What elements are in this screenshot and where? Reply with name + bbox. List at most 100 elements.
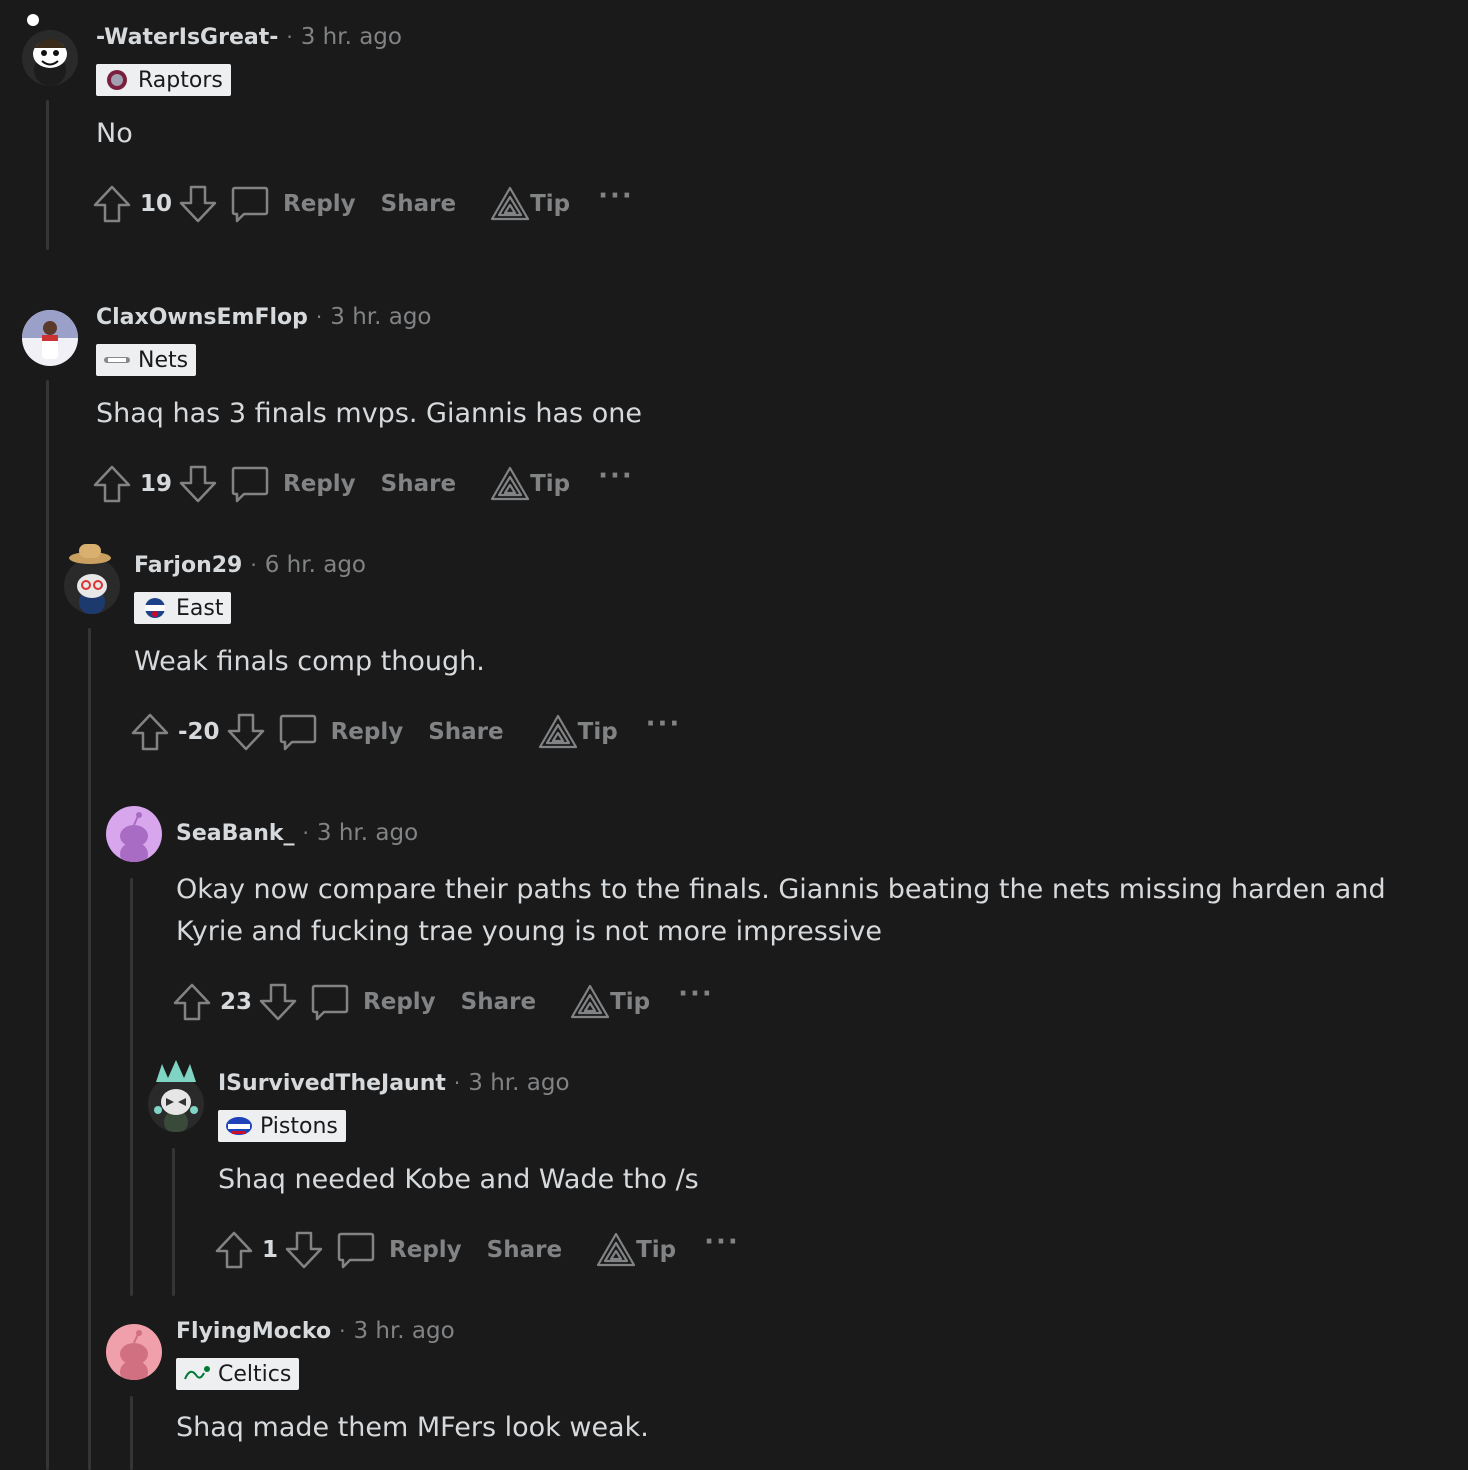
comment-body: No: [96, 113, 133, 155]
upvote-icon[interactable]: [92, 184, 132, 224]
vote-count: 10: [140, 191, 173, 217]
avatar[interactable]: [106, 1324, 162, 1380]
tip-icon[interactable]: [570, 984, 610, 1020]
separator-dot: ·: [453, 1071, 461, 1095]
username[interactable]: SeaBank_: [176, 821, 295, 846]
downvote-icon[interactable]: [226, 712, 266, 752]
more-options-button[interactable]: ···: [678, 979, 714, 1009]
upvote-icon[interactable]: [92, 464, 132, 504]
comment-bubble-icon[interactable]: [230, 464, 270, 504]
comment-meta: ClaxOwnsEmFlop · 3 hr. ago: [96, 304, 432, 330]
flair-text: Pistons: [260, 1113, 338, 1139]
comment-actions: 1 Reply Share Tip ···: [214, 1227, 740, 1270]
user-flair: Celtics: [176, 1358, 300, 1390]
share-button[interactable]: Share: [428, 719, 503, 745]
comment-body-line: Okay now compare their paths to the fina…: [176, 874, 1386, 905]
separator-dot: ·: [339, 1319, 346, 1343]
raptors-logo-icon: [107, 70, 127, 90]
thread-line[interactable]: [172, 1148, 175, 1296]
avatar[interactable]: [22, 310, 78, 366]
comment-body: Shaq has 3 finals mvps. Giannis has one: [96, 393, 642, 435]
avatar-spikes: [152, 1060, 200, 1082]
tip-icon[interactable]: [538, 714, 578, 750]
separator-dot: ·: [250, 553, 257, 577]
comment-bubble-icon[interactable]: [278, 712, 318, 752]
downvote-icon[interactable]: [178, 184, 218, 224]
username[interactable]: ISurvivedTheJaunt: [218, 1071, 446, 1096]
timestamp[interactable]: 3 hr. ago: [468, 1070, 569, 1096]
comment-actions: -20 Reply Share Tip ···: [130, 709, 682, 752]
downvote-icon[interactable]: [178, 464, 218, 504]
tip-icon[interactable]: [490, 466, 530, 502]
avatar[interactable]: [148, 1076, 204, 1132]
reply-button[interactable]: Reply: [363, 989, 436, 1015]
avatar[interactable]: [22, 30, 78, 86]
share-button[interactable]: Share: [461, 989, 536, 1015]
downvote-icon[interactable]: [284, 1230, 324, 1270]
user-flair: Raptors: [96, 64, 231, 96]
more-options-button[interactable]: ···: [646, 709, 682, 739]
user-flair: Nets: [96, 344, 197, 376]
username[interactable]: ClaxOwnsEmFlop: [96, 305, 308, 330]
separator-dot: ·: [315, 305, 323, 329]
reply-button[interactable]: Reply: [283, 471, 356, 497]
comment-bubble-icon[interactable]: [336, 1230, 376, 1270]
vote-count: 1: [262, 1237, 279, 1263]
comment-actions: 23 Reply Share Tip ···: [172, 979, 714, 1022]
separator-dot: ·: [286, 25, 293, 49]
tip-button[interactable]: Tip: [530, 191, 570, 217]
username[interactable]: -WaterIsGreat-: [96, 25, 278, 50]
thread-line[interactable]: [46, 100, 49, 250]
reply-button[interactable]: Reply: [389, 1237, 462, 1263]
thread-line[interactable]: [130, 1396, 133, 1470]
celtics-logo-icon: [184, 1366, 210, 1380]
comment-body-line: Shaq needed Kobe and Wade tho /s: [218, 1164, 699, 1195]
avatar-hat: [68, 542, 112, 564]
timestamp[interactable]: 3 hr. ago: [301, 24, 402, 50]
flair-text: Raptors: [138, 67, 223, 93]
upvote-icon[interactable]: [214, 1230, 254, 1270]
comment-meta: SeaBank_ · 3 hr. ago: [176, 820, 418, 846]
more-options-button[interactable]: ···: [598, 181, 634, 211]
thread-line[interactable]: [88, 628, 91, 1470]
comment-actions: 10 Reply Share Tip ···: [92, 181, 634, 224]
reply-button[interactable]: Reply: [331, 719, 404, 745]
avatar[interactable]: [106, 806, 162, 862]
username[interactable]: FlyingMocko: [176, 1319, 331, 1344]
flair-text: East: [176, 595, 224, 621]
tip-button[interactable]: Tip: [578, 719, 618, 745]
comment-body-line: Weak finals comp though.: [134, 646, 485, 677]
vote-count: 23: [220, 989, 253, 1015]
tip-button[interactable]: Tip: [610, 989, 650, 1015]
tip-icon[interactable]: [490, 186, 530, 222]
comment-bubble-icon[interactable]: [230, 184, 270, 224]
comment-body: Shaq made them MFers look weak.: [176, 1407, 649, 1449]
reply-button[interactable]: Reply: [283, 191, 356, 217]
share-button[interactable]: Share: [381, 471, 456, 497]
thread-line[interactable]: [46, 380, 49, 1470]
upvote-icon[interactable]: [130, 712, 170, 752]
more-options-button[interactable]: ···: [598, 461, 634, 491]
flair-text: Celtics: [218, 1361, 292, 1387]
username[interactable]: Farjon29: [134, 553, 242, 578]
comment-body: Okay now compare their paths to the fina…: [176, 869, 1386, 953]
thread-line[interactable]: [130, 878, 133, 1296]
comment-body-line: No: [96, 118, 133, 149]
tip-button[interactable]: Tip: [636, 1237, 676, 1263]
user-flair: East: [134, 592, 232, 624]
comment-bubble-icon[interactable]: [310, 982, 350, 1022]
timestamp[interactable]: 6 hr. ago: [265, 552, 366, 578]
avatar[interactable]: [64, 558, 120, 614]
share-button[interactable]: Share: [487, 1237, 562, 1263]
timestamp[interactable]: 3 hr. ago: [330, 304, 431, 330]
downvote-icon[interactable]: [258, 982, 298, 1022]
eastern-conference-logo-icon: [145, 598, 165, 618]
upvote-icon[interactable]: [172, 982, 212, 1022]
timestamp[interactable]: 3 hr. ago: [353, 1318, 454, 1344]
pistons-logo-icon: [226, 1117, 252, 1135]
more-options-button[interactable]: ···: [704, 1227, 740, 1257]
tip-button[interactable]: Tip: [530, 471, 570, 497]
share-button[interactable]: Share: [381, 191, 456, 217]
tip-icon[interactable]: [596, 1232, 636, 1268]
timestamp[interactable]: 3 hr. ago: [317, 820, 418, 846]
